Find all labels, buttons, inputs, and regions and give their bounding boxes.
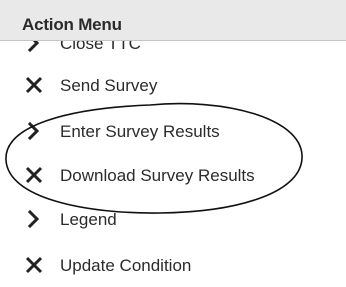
action-menu-header: Action Menu — [0, 0, 346, 41]
action-menu-panel: Close TTC Send Survey Enter Survey Resul… — [0, 0, 346, 287]
action-menu-list: Close TTC Send Survey Enter Survey Resul… — [0, 0, 346, 287]
menu-item-update-condition[interactable]: Update Condition — [0, 250, 346, 280]
chevron-right-icon — [24, 121, 44, 141]
close-x-icon — [24, 255, 44, 275]
menu-item-enter-survey-results[interactable]: Enter Survey Results — [0, 116, 346, 146]
close-x-icon — [24, 75, 44, 95]
menu-item-legend[interactable]: Legend — [0, 204, 346, 234]
menu-item-label: Update Condition — [60, 256, 192, 275]
menu-item-label: Send Survey — [60, 76, 158, 95]
menu-item-label: Enter Survey Results — [60, 122, 220, 141]
action-menu-title: Action Menu — [22, 15, 122, 34]
menu-item-label: Legend — [60, 210, 117, 229]
menu-item-send-survey[interactable]: Send Survey — [0, 70, 346, 100]
menu-item-label: Download Survey Results — [60, 166, 255, 185]
menu-item-download-survey-results[interactable]: Download Survey Results — [0, 160, 346, 190]
close-x-icon — [24, 165, 44, 185]
chevron-right-icon — [24, 209, 44, 229]
